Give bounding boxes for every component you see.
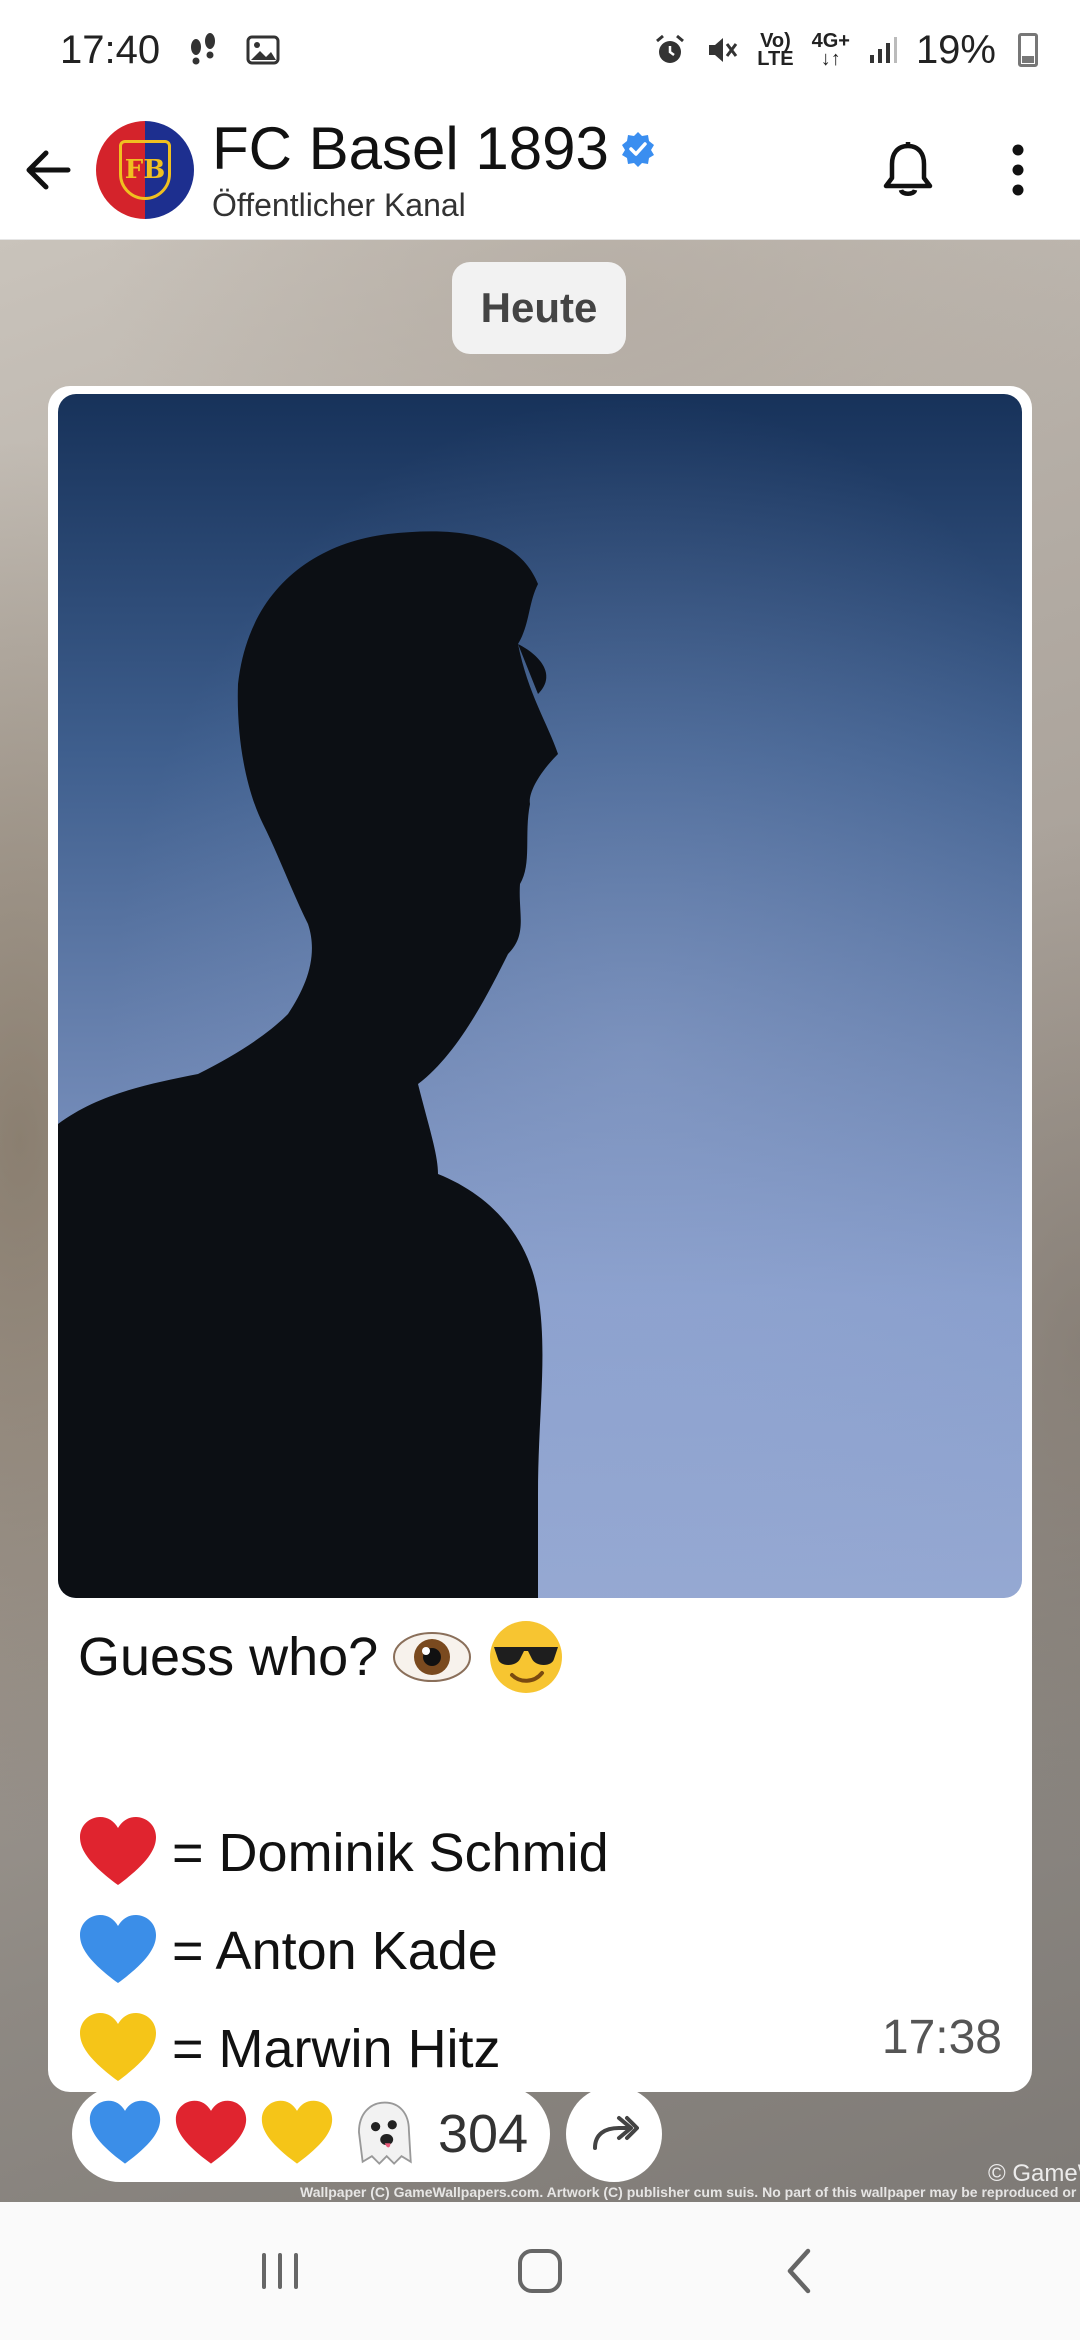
red-heart-icon — [78, 1813, 158, 1893]
reactions-bar[interactable]: 304 — [72, 2086, 551, 2182]
channel-header: FB FC Basel 1893 Öffentlicher Kanal — [0, 100, 1080, 240]
yellow-heart-reaction-icon[interactable] — [260, 2097, 334, 2171]
home-icon — [518, 2249, 562, 2293]
back-arrow-icon — [26, 150, 71, 189]
fcb-crest-icon: FB — [119, 139, 171, 200]
notifications-button[interactable] — [858, 120, 958, 220]
blue-heart-reaction-icon[interactable] — [88, 2097, 162, 2171]
back-button[interactable] — [0, 100, 96, 240]
ghost-reaction-icon[interactable] — [346, 2097, 420, 2171]
option-line-2: = Anton Kade — [78, 1902, 978, 2000]
message-time: 17:38 — [881, 2011, 1002, 2064]
channel-title-block[interactable]: FC Basel 1893 Öffentlicher Kanal — [212, 115, 657, 224]
message-text: Guess who? = Dominik Schmid = Anton Kade… — [78, 1608, 978, 2098]
alarm-icon — [653, 33, 687, 67]
network-type: 4G+ ↓↑ — [811, 30, 850, 70]
eye-emoji-icon — [392, 1617, 472, 1697]
red-heart-reaction-icon[interactable] — [174, 2097, 248, 2171]
mute-icon — [705, 33, 739, 67]
system-navigation-bar — [0, 2202, 1080, 2340]
sunglasses-emoji-icon — [486, 1617, 566, 1697]
yellow-heart-icon — [78, 2009, 158, 2089]
date-separator: Heute — [452, 262, 626, 354]
forward-icon — [593, 2116, 639, 2150]
battery-icon — [1018, 33, 1038, 67]
battery-percent: 19% — [915, 27, 996, 72]
bell-icon — [883, 142, 933, 196]
home-button[interactable] — [490, 2221, 590, 2321]
steps-icon — [186, 33, 220, 67]
channel-message-bubble[interactable]: Guess who? = Dominik Schmid = Anton Kade… — [48, 386, 1032, 2092]
option-line-1: = Dominik Schmid — [78, 1804, 978, 1902]
status-time: 17:40 — [60, 27, 161, 72]
message-photo[interactable] — [58, 394, 1022, 1598]
gallery-icon — [246, 33, 280, 67]
blue-heart-icon — [78, 1911, 158, 1991]
channel-name: FC Basel 1893 — [212, 115, 609, 182]
verified-badge-icon — [621, 132, 654, 167]
status-bar: 17:40 Vo) LTE 4G+ ↓↑ 19% — [0, 0, 1080, 100]
option-line-3: = Marwin Hitz — [78, 2000, 978, 2098]
more-vertical-icon — [1012, 144, 1024, 196]
chevron-left-icon — [787, 2248, 811, 2294]
wallpaper-watermark: Wallpaper (C) GameWallpapers.com. Artwor… — [300, 2184, 1080, 2200]
message-headline: Guess who? — [78, 1608, 978, 1706]
share-button[interactable] — [566, 2086, 662, 2182]
volte-indicator: Vo) LTE — [757, 30, 794, 70]
channel-avatar[interactable]: FB — [96, 120, 194, 219]
more-options-button[interactable] — [970, 120, 1066, 220]
recent-apps-button[interactable] — [230, 2221, 330, 2321]
silhouette-image — [58, 394, 1022, 1598]
system-back-button[interactable] — [750, 2221, 850, 2321]
recent-apps-icon — [262, 2253, 298, 2289]
chat-area[interactable]: Heute Guess who? = Dominik Schmid = Anto… — [0, 240, 1080, 2202]
reaction-count: 304 — [438, 2104, 529, 2164]
wallpaper-brand: © GameW — [988, 2160, 1080, 2187]
message-empty-line — [78, 1706, 978, 1804]
signal-icon — [868, 35, 898, 65]
channel-subtitle: Öffentlicher Kanal — [212, 187, 466, 223]
